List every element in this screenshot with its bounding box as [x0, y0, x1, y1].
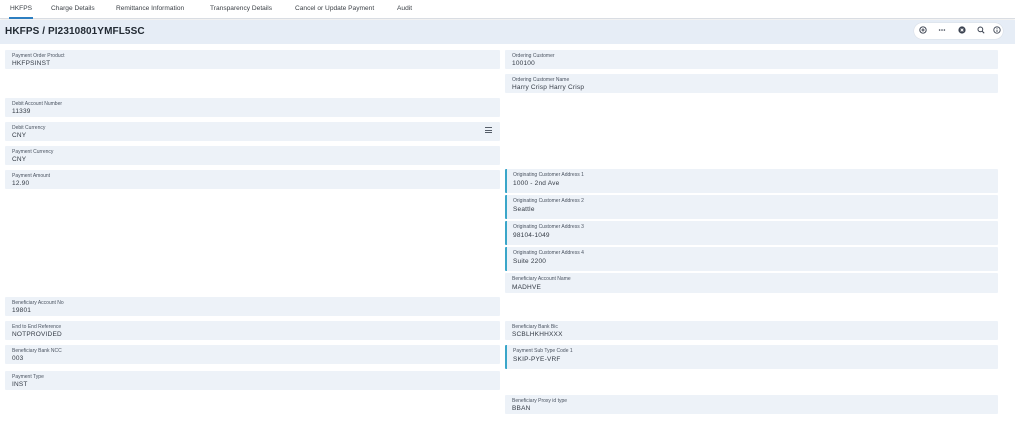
add-circle-icon[interactable] [918, 26, 928, 36]
field-value: CNY [12, 156, 27, 163]
field-label: Beneficiary Proxy id type [512, 398, 568, 404]
field-beneficiary-bank-bic[interactable]: Beneficiary Bank Bic SCBLHKHHXXX [505, 321, 998, 340]
field-end-to-end-reference[interactable]: End to End Reference NOTPROVIDED [5, 321, 500, 340]
field-payment-sub-type-code-1[interactable]: Payment Sub Type Code 1 SKIP-PYE-VRF [505, 345, 998, 369]
tab-charge-details[interactable]: Charge Details [51, 0, 95, 19]
field-beneficiary-proxy-id-type[interactable]: Beneficiary Proxy id type BBAN [505, 395, 998, 414]
tab-cancel-or-update-payment[interactable]: Cancel or Update Payment [295, 0, 374, 19]
search-icon[interactable] [976, 26, 986, 36]
field-beneficiary-bank-ncc[interactable]: Beneficiary Bank NCC 003 [5, 345, 500, 364]
field-label: Originating Customer Address 4 [513, 250, 584, 256]
field-value: SCBLHKHHXXX [512, 331, 563, 338]
field-label: Beneficiary Account No [12, 300, 64, 306]
field-label: End to End Reference [12, 324, 62, 330]
field-label: Ordering Customer Name [512, 77, 570, 83]
field-value: 19801 [12, 307, 32, 314]
field-beneficiary-account-no[interactable]: Beneficiary Account No 19801 [5, 297, 500, 316]
field-value: 1000 - 2nd Ave [513, 180, 560, 187]
field-value: HKFPSINST [12, 60, 51, 67]
field-value: 003 [12, 355, 24, 362]
field-label: Originating Customer Address 1 [513, 172, 584, 178]
field-label: Beneficiary Bank Bic [512, 324, 558, 330]
field-value: NOTPROVIDED [12, 331, 62, 338]
field-debit-currency[interactable]: Debit Currency CNY [5, 122, 500, 141]
tab-remittance-information[interactable]: Remittance Information [116, 0, 184, 19]
field-payment-order-product[interactable]: Payment Order Product HKFPSINST [5, 50, 500, 69]
field-value: 100100 [512, 60, 535, 67]
page-title: HKFPS / PI2310801YMFL5SC [5, 26, 145, 37]
list-icon[interactable] [485, 127, 492, 134]
field-label: Beneficiary Account Name [512, 276, 571, 282]
field-value: INST [12, 381, 28, 388]
close-circle-icon[interactable] [957, 26, 967, 36]
info-icon[interactable] [992, 26, 1002, 36]
tab-bar: HKFPS Charge Details Remittance Informat… [0, 0, 1015, 19]
field-label: Beneficiary Bank NCC [12, 348, 62, 354]
field-value: 12.90 [12, 180, 30, 187]
field-label: Payment Sub Type Code 1 [513, 348, 573, 354]
field-originating-customer-address-3[interactable]: Originating Customer Address 3 98104-104… [505, 221, 998, 245]
tab-hkfps[interactable]: HKFPS [9, 0, 33, 19]
field-label: Payment Currency [12, 149, 54, 155]
field-payment-currency[interactable]: Payment Currency CNY [5, 146, 500, 165]
field-payment-amount[interactable]: Payment Amount 12.90 [5, 170, 500, 189]
field-value: 98104-1049 [513, 232, 550, 239]
field-value: Seattle [513, 206, 535, 213]
field-originating-customer-address-4[interactable]: Originating Customer Address 4 Suite 220… [505, 247, 998, 271]
field-label: Originating Customer Address 2 [513, 198, 584, 204]
field-value: SKIP-PYE-VRF [513, 356, 561, 363]
field-label: Debit Account Number [12, 101, 63, 107]
field-value: Suite 2200 [513, 258, 547, 265]
field-label: Ordering Customer [512, 53, 555, 59]
header-toolbar [914, 23, 1003, 39]
field-label: Payment Amount [12, 173, 51, 179]
field-value: Harry Crisp Harry Crisp [512, 84, 585, 91]
field-label: Payment Order Product [12, 53, 65, 59]
more-icon[interactable] [937, 26, 947, 36]
field-value: MADHVE [512, 284, 542, 291]
field-payment-type[interactable]: Payment Type INST [5, 371, 500, 390]
tab-audit[interactable]: Audit [397, 0, 412, 19]
field-beneficiary-account-name[interactable]: Beneficiary Account Name MADHVE [505, 273, 998, 293]
field-originating-customer-address-2[interactable]: Originating Customer Address 2 Seattle [505, 195, 998, 219]
field-label: Payment Type [12, 374, 44, 380]
field-value: 11339 [12, 108, 31, 115]
field-value: BBAN [512, 405, 531, 412]
field-debit-account-number[interactable]: Debit Account Number 11339 [5, 98, 500, 117]
page-header: HKFPS / PI2310801YMFL5SC [0, 20, 1015, 44]
tab-transparency-details[interactable]: Transparency Details [210, 0, 272, 19]
field-originating-customer-address-1[interactable]: Originating Customer Address 1 1000 - 2n… [505, 169, 998, 193]
field-ordering-customer-name[interactable]: Ordering Customer Name Harry Crisp Harry… [505, 74, 998, 93]
field-ordering-customer[interactable]: Ordering Customer 100100 [505, 50, 998, 69]
field-label: Debit Currency [12, 125, 46, 131]
field-label: Originating Customer Address 3 [513, 224, 584, 230]
field-value: CNY [12, 132, 27, 139]
